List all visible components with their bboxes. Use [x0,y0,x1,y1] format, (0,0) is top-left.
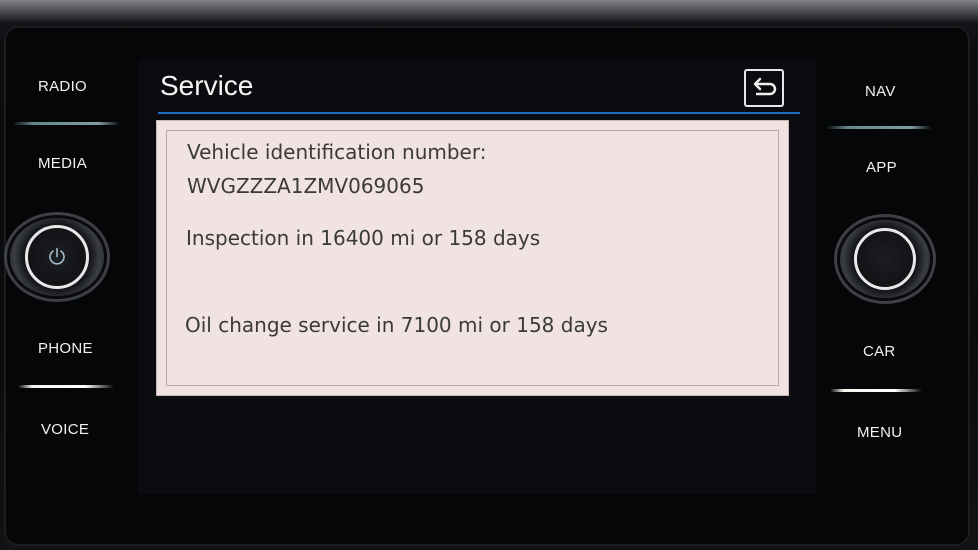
title-bar: Service [158,64,800,114]
tune-knob-ring [854,228,916,290]
power-icon [49,247,65,265]
service-info-border [166,130,779,386]
vin-value: WVGZZZA1ZMV069065 [187,174,425,198]
right-divider-2 [830,389,922,392]
car-button[interactable]: CAR [863,343,896,360]
inspection-due: Inspection in 16400 mi or 158 days [186,226,541,250]
left-divider-1 [12,122,120,125]
phone-button[interactable]: PHONE [38,340,93,357]
vin-label: Vehicle identification number: [187,140,487,164]
voice-button[interactable]: VOICE [41,421,89,438]
back-button[interactable] [744,69,784,107]
media-button[interactable]: MEDIA [38,155,87,172]
title-underline [158,112,800,114]
bezel-top-edge [0,0,978,22]
power-volume-knob[interactable] [10,218,104,296]
back-arrow-icon [753,77,777,96]
page-title: Service [160,70,254,101]
nav-button[interactable]: NAV [865,83,896,100]
app-button[interactable]: APP [866,159,897,176]
oil-change-due: Oil change service in 7100 mi or 158 day… [185,313,608,337]
right-divider-1 [826,126,932,129]
left-divider-2 [18,385,114,388]
menu-button[interactable]: MENU [857,424,902,441]
tune-scroll-knob[interactable] [840,220,930,298]
radio-button[interactable]: RADIO [38,78,87,95]
service-info-panel: Vehicle identification number: WVGZZZA1Z… [156,120,789,396]
